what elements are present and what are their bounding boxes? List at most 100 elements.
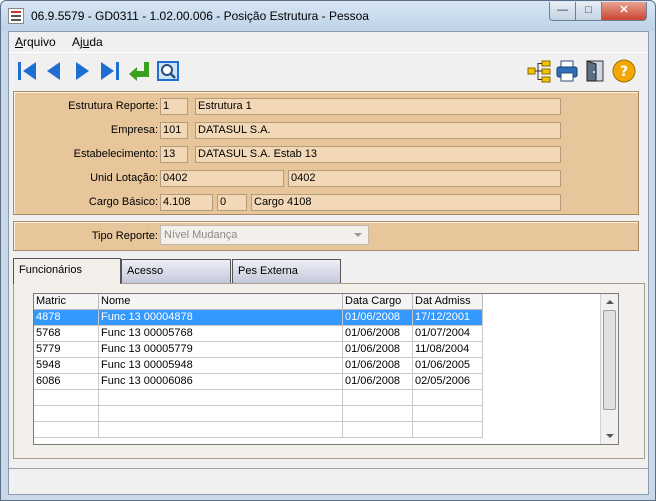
scroll-thumb[interactable]	[603, 310, 616, 410]
first-record-icon[interactable]	[15, 59, 39, 83]
cell-empty[interactable]	[34, 422, 99, 438]
zoom-icon[interactable]	[156, 59, 180, 83]
cell-nome[interactable]: Func 13 00005779	[99, 342, 343, 358]
estrutura-code-field[interactable]: 1	[160, 98, 188, 115]
cell-nome[interactable]: Func 13 00005948	[99, 358, 343, 374]
cell-empty[interactable]	[413, 390, 483, 406]
cell-dat-admiss[interactable]: 01/07/2004	[413, 326, 483, 342]
next-record-icon[interactable]	[70, 59, 94, 83]
menu-ajuda[interactable]: Ajuda	[72, 35, 103, 49]
title-bar[interactable]: 06.9.5579 - GD0311 - 1.02.00.006 - Posiç…	[1, 1, 655, 31]
column-header-nome[interactable]: Nome	[99, 294, 343, 310]
cargo-basico-code-field[interactable]: 4.108	[160, 194, 213, 211]
tipo-reporte-label: Tipo Reporte:	[91, 230, 158, 242]
window-title: 06.9.5579 - GD0311 - 1.02.00.006 - Posiç…	[31, 9, 369, 23]
cell-matric[interactable]: 5948	[34, 358, 99, 374]
print-icon[interactable]	[555, 59, 579, 83]
status-bar	[9, 468, 648, 494]
estrutura-desc-field[interactable]: Estrutura 1	[195, 98, 561, 115]
column-header-dat-admiss[interactable]: Dat Admiss	[413, 294, 483, 310]
cell-dat-admiss[interactable]: 11/08/2004	[413, 342, 483, 358]
unid-lotacao-desc-field[interactable]: 0402	[288, 170, 561, 187]
cell-empty[interactable]	[34, 390, 99, 406]
table-header: Matric Nome Data Cargo Dat Admiss	[34, 294, 602, 310]
cargo-basico-desc-field[interactable]: Cargo 4108	[251, 194, 561, 211]
estabelecimento-code-field[interactable]: 13	[160, 146, 188, 163]
cell-matric[interactable]: 5779	[34, 342, 99, 358]
vertical-scrollbar[interactable]	[600, 294, 618, 444]
empresa-desc-field[interactable]: DATASUL S.A.	[195, 122, 561, 139]
previous-record-icon[interactable]	[42, 59, 66, 83]
help-icon[interactable]: ?	[612, 59, 636, 83]
cell-data-cargo[interactable]: 01/06/2008	[343, 358, 413, 374]
menu-arquivo[interactable]: Arquivo	[15, 35, 56, 49]
application-window: 06.9.5579 - GD0311 - 1.02.00.006 - Posiç…	[0, 0, 656, 501]
tab-acesso[interactable]: Acesso	[121, 259, 231, 283]
cell-empty[interactable]	[34, 406, 99, 422]
tipo-reporte-panel: Tipo Reporte: Nível Mudança	[13, 221, 639, 251]
cell-empty[interactable]	[413, 406, 483, 422]
cell-dat-admiss[interactable]: 01/06/2005	[413, 358, 483, 374]
column-header-data-cargo[interactable]: Data Cargo	[343, 294, 413, 310]
cell-empty[interactable]	[343, 406, 413, 422]
toolbar: ?	[9, 52, 648, 87]
estabelecimento-label: Estabelecimento:	[73, 148, 158, 160]
app-icon[interactable]	[8, 8, 24, 24]
cell-empty[interactable]	[343, 390, 413, 406]
empresa-label: Empresa:	[110, 124, 158, 136]
cell-empty[interactable]	[99, 390, 343, 406]
tipo-reporte-select[interactable]: Nível Mudança	[160, 225, 369, 245]
exit-door-icon[interactable]	[583, 59, 607, 83]
empresa-code-field[interactable]: 101	[160, 122, 188, 139]
tab-pes-externa[interactable]: Pes Externa	[232, 259, 341, 283]
cell-empty[interactable]	[99, 422, 343, 438]
table-row-empty[interactable]	[34, 406, 602, 422]
cell-dat-admiss[interactable]: 17/12/2001	[413, 310, 483, 326]
maximize-button[interactable]: □	[575, 2, 602, 21]
table-row[interactable]: 4878 Func 13 00004878 01/06/2008 17/12/2…	[34, 310, 602, 326]
cargo-basico-label: Cargo Básico:	[88, 196, 158, 208]
cell-data-cargo[interactable]: 01/06/2008	[343, 342, 413, 358]
tab-funcionarios[interactable]: Funcionários	[13, 258, 121, 284]
table-row[interactable]: 6086 Func 13 00006086 01/06/2008 02/05/2…	[34, 374, 602, 390]
minimize-button[interactable]: —	[549, 2, 576, 21]
return-icon[interactable]	[127, 59, 151, 83]
svg-text:?: ?	[620, 64, 628, 80]
cell-nome[interactable]: Func 13 00004878	[99, 310, 343, 326]
last-record-icon[interactable]	[98, 59, 122, 83]
chevron-down-icon	[354, 233, 362, 237]
cell-empty[interactable]	[99, 406, 343, 422]
cell-dat-admiss[interactable]: 02/05/2006	[413, 374, 483, 390]
table-row[interactable]: 5948 Func 13 00005948 01/06/2008 01/06/2…	[34, 358, 602, 374]
unid-lotacao-code-field[interactable]: 0402	[160, 170, 284, 187]
scroll-up-icon[interactable]	[606, 300, 614, 304]
estabelecimento-desc-field[interactable]: DATASUL S.A. Estab 13	[195, 146, 561, 163]
structure-tree-icon[interactable]	[527, 59, 551, 83]
menu-bar: Arquivo Ajuda	[9, 32, 648, 51]
funcionarios-table[interactable]: Matric Nome Data Cargo Dat Admiss 4878 F…	[33, 293, 619, 445]
close-button[interactable]: ✕	[601, 2, 647, 21]
cell-data-cargo[interactable]: 01/06/2008	[343, 326, 413, 342]
tipo-reporte-value: Nível Mudança	[164, 229, 238, 241]
column-header-matric[interactable]: Matric	[34, 294, 99, 310]
cell-empty[interactable]	[343, 422, 413, 438]
cell-data-cargo[interactable]: 01/06/2008	[343, 310, 413, 326]
table-row-empty[interactable]	[34, 390, 602, 406]
header-panel: Estrutura Reporte: 1 Estrutura 1 Empresa…	[13, 91, 639, 215]
table-row[interactable]: 5779 Func 13 00005779 01/06/2008 11/08/2…	[34, 342, 602, 358]
cell-empty[interactable]	[413, 422, 483, 438]
cargo-basico-code2-field[interactable]: 0	[217, 194, 247, 211]
unid-lotacao-label: Unid Lotação:	[90, 172, 158, 184]
estrutura-label: Estrutura Reporte:	[68, 100, 158, 112]
cell-matric[interactable]: 4878	[34, 310, 99, 326]
table-row-empty[interactable]	[34, 422, 602, 438]
cell-nome[interactable]: Func 13 00006086	[99, 374, 343, 390]
cell-matric[interactable]: 6086	[34, 374, 99, 390]
cell-data-cargo[interactable]: 01/06/2008	[343, 374, 413, 390]
cell-nome[interactable]: Func 13 00005768	[99, 326, 343, 342]
scroll-down-icon[interactable]	[606, 434, 614, 438]
cell-matric[interactable]: 5768	[34, 326, 99, 342]
client-area: Arquivo Ajuda ? Estrutura Reporte: 1 Est…	[8, 31, 649, 495]
tab-page-funcionarios: Matric Nome Data Cargo Dat Admiss 4878 F…	[13, 283, 645, 459]
table-row[interactable]: 5768 Func 13 00005768 01/06/2008 01/07/2…	[34, 326, 602, 342]
